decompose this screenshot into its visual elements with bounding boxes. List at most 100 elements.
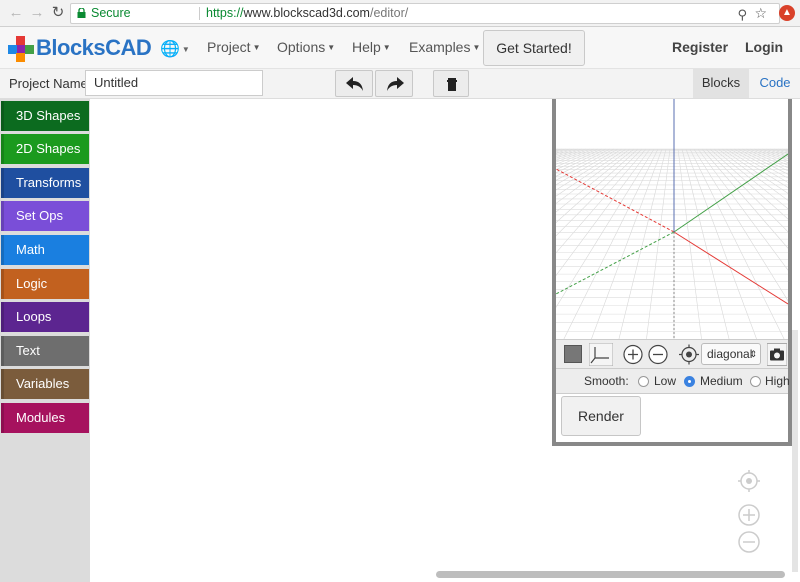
register-link[interactable]: Register: [672, 39, 728, 55]
camera-icon[interactable]: [767, 343, 787, 366]
grid-line: [556, 148, 655, 308]
get-started-button[interactable]: Get Started!: [483, 30, 585, 66]
color-swatch-button[interactable]: [564, 345, 582, 363]
category-transforms[interactable]: Transforms: [1, 168, 89, 198]
workspace-recenter-icon[interactable]: [737, 469, 761, 493]
undo-icon: [346, 77, 363, 91]
grid-line: [677, 148, 702, 339]
delete-button[interactable]: [433, 70, 469, 97]
render-button[interactable]: Render: [561, 396, 641, 436]
menu-options[interactable]: Options ▼: [277, 39, 335, 55]
smooth-medium-radio[interactable]: [684, 376, 695, 387]
workspace-zoom-in-icon[interactable]: [737, 503, 761, 527]
category-text[interactable]: Text: [1, 336, 89, 366]
tab-blocks[interactable]: Blocks: [693, 69, 749, 98]
reload-icon[interactable]: ↻: [50, 5, 66, 21]
url-host: www.blockscad3d.com: [243, 6, 370, 20]
forward-icon[interactable]: →: [29, 5, 45, 21]
category-toolbox: 3D Shapes 2D Shapes Transforms Set Ops M…: [0, 99, 90, 582]
y-axis-negative: [556, 231, 675, 295]
tab-code[interactable]: Code: [752, 69, 798, 98]
redo-button[interactable]: [375, 70, 413, 97]
project-name-label: Project Name: [9, 76, 88, 91]
menu-project[interactable]: Project ▼: [207, 39, 261, 55]
url-scheme: https://: [206, 6, 244, 20]
category-logic[interactable]: Logic: [1, 269, 89, 299]
grid-line: [556, 148, 647, 254]
login-link[interactable]: Login: [745, 39, 783, 55]
trash-icon: [447, 78, 457, 91]
category-loops[interactable]: Loops: [1, 302, 89, 332]
view-angle-select[interactable]: diagonal ⇕: [701, 343, 761, 365]
project-name-input[interactable]: Untitled: [85, 70, 263, 96]
undo-button[interactable]: [335, 70, 373, 97]
zoom-out-icon[interactable]: [647, 343, 669, 366]
smooth-options: Smooth: Low Medium High: [556, 369, 790, 394]
url-path: /editor/: [369, 6, 409, 20]
category-math[interactable]: Math: [1, 235, 89, 265]
grid-line: [556, 148, 623, 191]
smooth-low-label: Low: [654, 374, 677, 388]
viewer-toolbar: diagonal ⇕: [556, 339, 788, 369]
logo-text: BlocksCAD: [36, 35, 152, 60]
smooth-high-label: High: [765, 374, 790, 388]
url-separator: [199, 7, 200, 20]
smooth-label: Smooth:: [584, 374, 629, 388]
grid-line: [745, 148, 788, 169]
grid-line: [705, 148, 788, 233]
x-axis-positive: [673, 231, 788, 305]
zoom-in-icon[interactable]: [622, 343, 644, 366]
category-variables[interactable]: Variables: [1, 369, 89, 399]
grid-line: [693, 148, 788, 302]
extension-icon[interactable]: ▲: [779, 5, 795, 21]
grid-line: [646, 148, 671, 339]
grid-line: [729, 148, 788, 183]
grid-line: [556, 148, 579, 157]
grid-line: [689, 148, 785, 339]
logo-mark-icon: [8, 36, 34, 62]
smooth-high-radio[interactable]: [750, 376, 761, 387]
category-set-ops[interactable]: Set Ops: [1, 201, 89, 231]
horizontal-scrollbar[interactable]: [436, 571, 785, 578]
3d-viewport[interactable]: [556, 99, 788, 339]
category-2d-shapes[interactable]: 2D Shapes: [1, 134, 89, 164]
category-3d-shapes[interactable]: 3D Shapes: [1, 101, 89, 131]
select-arrows-icon: ⇕: [749, 349, 757, 359]
grid-line: [713, 148, 788, 210]
workspace-zoom-out-icon[interactable]: [737, 530, 761, 554]
grid-line: [556, 148, 651, 277]
category-modules[interactable]: Modules: [1, 403, 89, 433]
secure-label: Secure: [91, 6, 131, 20]
menu-examples[interactable]: Examples ▼: [409, 39, 480, 55]
view-angle-value: diagonal: [707, 347, 753, 361]
grid-line: [556, 148, 615, 181]
vertical-scrollbar[interactable]: [792, 330, 798, 572]
language-globe-icon[interactable]: 🌐 ▼: [160, 39, 190, 59]
grid-line: [773, 148, 788, 154]
grid-line: [749, 148, 788, 166]
grid-line: [753, 148, 788, 164]
menu-help[interactable]: Help ▼: [352, 39, 391, 55]
browser-toolbar: ← → ↻ Secure https://www.blockscad3d.com…: [0, 0, 800, 27]
zoom-icon[interactable]: ⚲: [737, 5, 747, 24]
bookmark-star-icon[interactable]: ☆: [754, 4, 767, 23]
url-text: https://www.blockscad3d.com/editor/: [206, 4, 408, 23]
grid-line: [757, 148, 788, 161]
grid-line: [556, 148, 599, 168]
project-toolbar: Project Name Untitled Blocks Code: [0, 69, 800, 99]
smooth-low-radio[interactable]: [638, 376, 649, 387]
redo-icon: [387, 77, 404, 91]
back-icon[interactable]: ←: [8, 5, 24, 21]
x-axis-negative: [556, 168, 675, 233]
grid-line: [556, 148, 571, 154]
grid-line: [556, 148, 631, 204]
grid-line: [721, 148, 788, 194]
recenter-target-icon[interactable]: [678, 343, 700, 366]
3d-viewer-panel: diagonal ⇕ Smooth: Low Medium High Rende…: [552, 99, 792, 446]
lock-icon: [77, 8, 86, 18]
address-bar[interactable]: Secure https://www.blockscad3d.com/edito…: [70, 3, 780, 24]
grid-line: [556, 148, 559, 150]
grid-line: [556, 148, 619, 186]
grid-line: [737, 148, 788, 175]
axes-toggle-icon[interactable]: [589, 343, 613, 366]
